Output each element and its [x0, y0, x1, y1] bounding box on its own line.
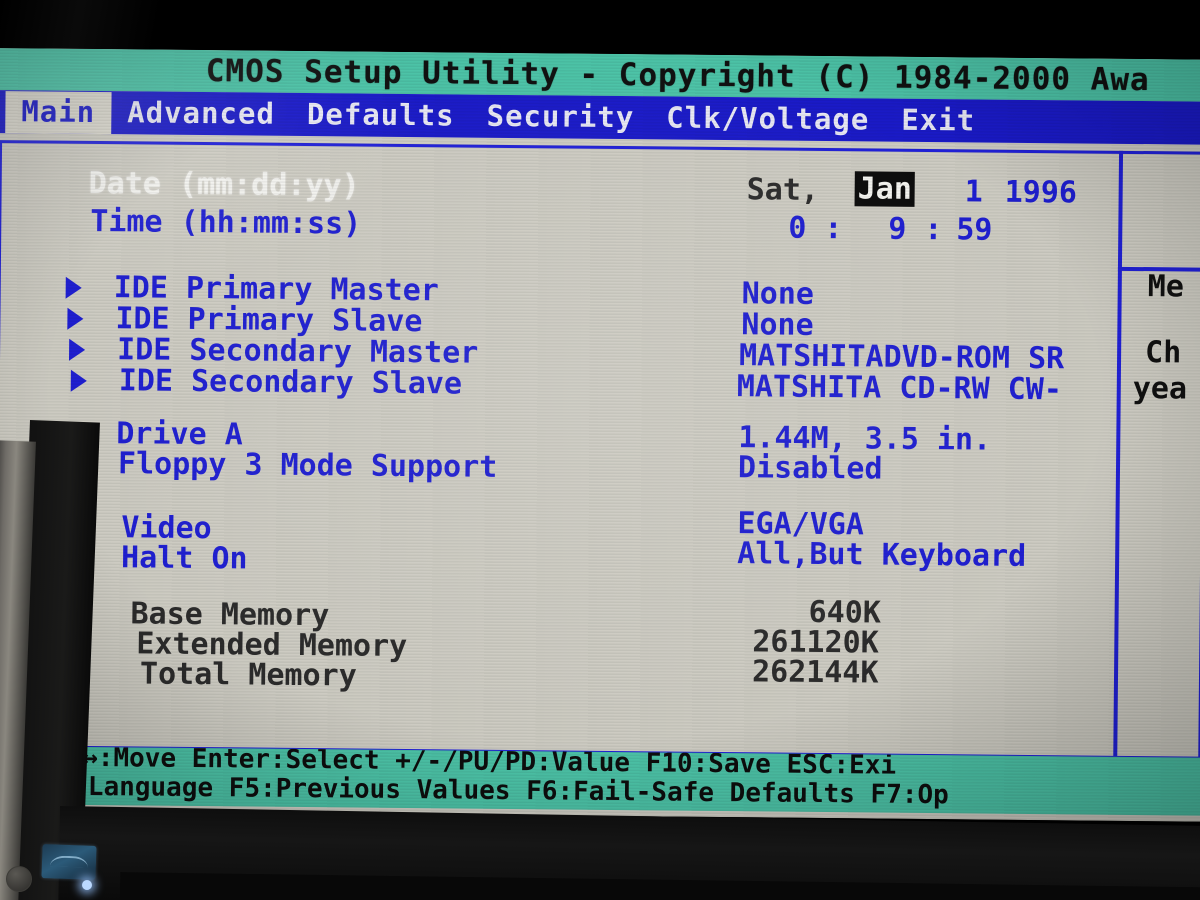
key-help-bar: ↑↓↔↔:Move Enter:Select +/-/PU/PD:Value F…: [0, 746, 1200, 816]
date-day-value[interactable]: 1: [964, 174, 982, 209]
bios-screen: CMOS Setup Utility - Copyright (C) 1984-…: [0, 48, 1200, 822]
date-weekday-value: Sat,: [746, 172, 820, 208]
time-label[interactable]: Time (hh:mm:ss): [90, 204, 361, 242]
time-sep-1: :: [824, 210, 843, 247]
tab-exit[interactable]: Exit: [885, 99, 991, 142]
tab-security[interactable]: Security: [470, 95, 650, 139]
item-help-title: Me: [1147, 269, 1185, 305]
base-memory-value: 640K: [808, 594, 882, 631]
tab-advanced[interactable]: Advanced: [111, 92, 291, 136]
monitor-power-led: [82, 880, 92, 890]
submenu-arrow-icon: [69, 338, 86, 361]
titlebar-text: CMOS Setup Utility - Copyright (C) 1984-…: [205, 53, 1150, 99]
date-month-value[interactable]: Jan: [854, 171, 916, 207]
floppy-3-mode-label[interactable]: Floppy 3 Mode Support: [118, 446, 498, 485]
item-help-line-1: Ch: [1144, 335, 1182, 371]
date-label[interactable]: Date (mm:dd:yy): [89, 166, 360, 204]
item-help-panel: Me Ch yea: [1121, 151, 1200, 760]
total-memory-label: Total Memory: [139, 656, 357, 694]
ide-primary-master-value: None: [741, 276, 815, 312]
submenu-arrow-icon: [65, 276, 82, 299]
tab-defaults[interactable]: Defaults: [291, 93, 471, 137]
submenu-arrow-icon: [67, 307, 84, 330]
tab-main[interactable]: Main: [5, 90, 112, 134]
time-sep-2: :: [924, 211, 943, 248]
time-seconds-value[interactable]: 59: [956, 212, 992, 247]
ide-secondary-slave-label[interactable]: IDE Secondary Slave: [119, 363, 462, 401]
tab-clk-voltage[interactable]: Clk/Voltage: [650, 97, 885, 141]
date-year-value[interactable]: 1996: [1004, 175, 1077, 211]
key-help-line-2: F3:Language F5:Previous Values F6:Fail-S…: [40, 771, 949, 811]
time-minutes-value[interactable]: 9: [888, 212, 906, 247]
monitor-screen: CMOS Setup Utility - Copyright (C) 1984-…: [0, 48, 1200, 822]
monitor-brand-badge: [41, 844, 97, 880]
halt-on-label[interactable]: Halt On: [121, 540, 248, 576]
floppy-3-mode-value[interactable]: Disabled: [738, 450, 883, 486]
time-hours-value[interactable]: 0: [788, 211, 806, 246]
total-memory-value: 262144K: [751, 654, 879, 691]
main-settings-list: Date (mm:dd:yy) Sat, Jan 1 1996 Time (hh…: [0, 140, 1121, 759]
ide-primary-slave-value: None: [741, 307, 814, 343]
ide-secondary-slave-value: MATSHITA CD-RW CW-: [736, 369, 1063, 408]
monitor-photo: CMOS Setup Utility - Copyright (C) 1984-…: [0, 0, 1200, 900]
item-help-line-2: yea: [1132, 370, 1188, 407]
submenu-arrow-icon: [70, 369, 87, 392]
date-month-value-wrap[interactable]: Jan: [854, 171, 916, 207]
halt-on-value[interactable]: All,But Keyboard: [737, 536, 1026, 574]
